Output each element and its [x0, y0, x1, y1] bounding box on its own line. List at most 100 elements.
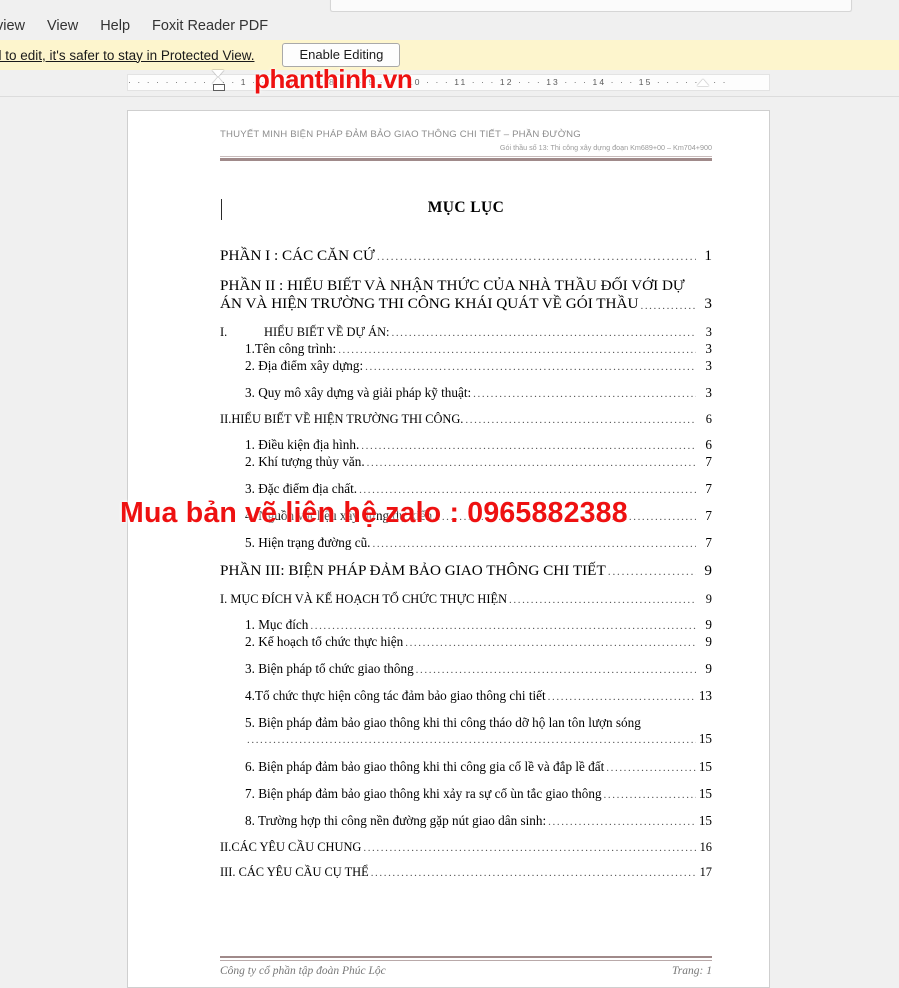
toc-entry[interactable]: I. MỤC ĐÍCH VÀ KẾ HOẠCH TỔ CHỨC THỰC HIỆ… [220, 592, 712, 607]
toc-entry-label: I. MỤC ĐÍCH VÀ KẾ HOẠCH TỔ CHỨC THỰC HIỆ… [220, 592, 508, 606]
toc-entry-label: 2. Địa điểm xây dựng: [245, 358, 364, 373]
toc-leader-dots: ........................................… [361, 440, 696, 452]
toc-entry-label: 2. Kế hoạch tổ chức thực hiện [245, 634, 404, 649]
right-indent-marker-icon[interactable] [697, 79, 710, 88]
toc-entry-label: 4. Nguồn vật liệu xây dựng dự kiến. [245, 508, 436, 523]
header-subtitle-line: Gói thầu số 13: Thi công xây dựng đoạn K… [499, 143, 712, 152]
left-indent-marker-icon[interactable] [212, 68, 225, 93]
document-body: THUYẾT MINH BIỆN PHÁP ĐẢM BẢO GIAO THÔNG… [128, 111, 769, 987]
menu-item-foxit-reader-pdf[interactable]: Foxit Reader PDF [142, 16, 278, 36]
toc-entry[interactable]: 2. Khí tượng thủy văn...................… [220, 454, 712, 470]
header-title-line: THUYẾT MINH BIỆN PHÁP ĐẢM BẢO GIAO THÔNG… [220, 129, 581, 140]
toc-entry[interactable]: II.CÁC YÊU CẦU CHUNG ...................… [220, 840, 712, 855]
toc-entry[interactable]: 3. Biện pháp tổ chức giao thông ........… [220, 661, 712, 677]
toc-entry[interactable]: I. HIỂU BIẾT VỀ DỰ ÁN:...................… [220, 325, 712, 340]
document-page[interactable]: THUYẾT MINH BIỆN PHÁP ĐẢM BẢO GIAO THÔNG… [127, 110, 770, 988]
protected-view-message: d to edit, it's safer to stay in Protect… [0, 47, 255, 63]
toc-page-number: 1 [704, 247, 712, 264]
menu-item-view[interactable]: View [37, 16, 88, 36]
toc-entry-label-line2: ÁN VÀ HIỆN TRƯỜNG THI CÔNG KHÁI QUÁT VỀ … [220, 295, 712, 313]
footer-rule-thick [220, 955, 712, 958]
toc-entry-label: 4.Tổ chức thực hiện công tác đảm bảo gia… [245, 688, 546, 703]
toc-entry[interactable]: 4. Nguồn vật liệu xây dựng dự kiến......… [220, 508, 712, 524]
menu-item-view[interactable]: view [0, 16, 35, 36]
toc-page-number: 15 [698, 786, 712, 801]
toc-entry[interactable]: 6. Biện pháp đảm bảo giao thông khi thi … [220, 759, 712, 775]
toc-leader-dots: ........................................… [363, 842, 696, 854]
toc-entry-label: 7. Biện pháp đảm bảo giao thông khi xảy … [245, 786, 602, 801]
toc-entry-label: 5. Biện pháp đảm bảo giao thông khi thi … [245, 715, 641, 730]
toc-entry-label: PHẦN I : CÁC CĂN CỨ [220, 247, 375, 264]
toc-entry[interactable]: 4.Tổ chức thực hiện công tác đảm bảo gia… [220, 688, 712, 704]
toc-entry-label: 3. Đặc điểm địa chất. [245, 481, 358, 496]
toc-entry[interactable]: 3. Đặc điểm địa chất....................… [220, 481, 712, 497]
toc-entry-label-line1: PHẦN II : HIỂU BIẾT VÀ NHẬN THỨC CỦA NHÀ… [220, 277, 685, 294]
page-title: MỤC LỤC [427, 199, 505, 216]
toc-page-number: 15 [698, 731, 712, 746]
toc-page-number: 3 [705, 341, 712, 356]
toc-entry[interactable]: PHẦN II : HIỂU BIẾT VÀ NHẬN THỨC CỦA NHÀ… [220, 277, 712, 313]
toc-entry-text: HIỂU BIẾT VỀ DỰ ÁN: [264, 325, 390, 339]
toc-entry-number: I. [220, 325, 228, 339]
toc-entry[interactable]: 1.Tên công trình:.......................… [220, 341, 712, 357]
toc-entry[interactable]: PHẦN III: BIỆN PHÁP ĐẢM BẢO GIAO THÔNG C… [220, 562, 712, 580]
toc-page-number: 13 [698, 688, 712, 703]
toc-leader-dots: ........................................… [338, 344, 696, 356]
toc-leader-dots: ........................................… [437, 511, 696, 523]
toc-page-number: 9 [705, 617, 712, 632]
toc-leader-dots: ........................................… [370, 867, 696, 879]
document-header: THUYẾT MINH BIỆN PHÁP ĐẢM BẢO GIAO THÔNG… [220, 129, 712, 161]
search-box-partial[interactable] [330, 0, 852, 12]
toc-entry-label: PHẦN III: BIỆN PHÁP ĐẢM BẢO GIAO THÔNG C… [220, 562, 606, 579]
toc-entry-label: II.CÁC YÊU CẦU CHUNG [220, 840, 362, 854]
toc-page-number: 9 [705, 592, 712, 606]
toc-entry-label: I. HIỂU BIẾT VỀ DỰ ÁN: [220, 325, 389, 340]
toc-entry[interactable]: 1. Mục đích.............................… [220, 617, 712, 633]
toc-leader-dots: ........................................… [365, 361, 696, 373]
toc-page-number: 3 [705, 385, 712, 400]
footer-page-number: Trang: 1 [672, 965, 712, 977]
toc-entry-label: 2. Khí tượng thủy văn. [245, 454, 365, 469]
toc-leader-dots: ........................................… [359, 484, 696, 496]
toc-entry[interactable]: 2. Địa điểm xây dựng: ..................… [220, 358, 712, 374]
toc-page-number: 15 [698, 813, 712, 828]
toc-page-number: 6 [705, 437, 712, 452]
toc-entry[interactable]: 2. Kế hoạch tổ chức thực hiện ..........… [220, 634, 712, 650]
toc-page-number: 9 [705, 661, 712, 676]
toc-entry[interactable]: 5. Biện pháp đảm bảo giao thông khi thi … [220, 715, 712, 747]
toc-leader-dots: ........................................… [376, 249, 696, 263]
horizontal-ruler[interactable]: · · · · · · · · · · · · 1 · · · · 7 · · … [0, 70, 899, 97]
toc-entry[interactable]: 7. Biện pháp đảm bảo giao thông khi xảy … [220, 786, 712, 802]
toc-page-number: 15 [698, 759, 712, 774]
toc-entry[interactable]: 1. Điều kiện địa hình...................… [220, 437, 712, 453]
toc-page-number: 17 [699, 865, 712, 879]
toc-leader-dots: ........................................… [310, 620, 696, 632]
toc-entry[interactable]: 3. Quy mô xây dựng và giải pháp kỹ thuật… [220, 385, 712, 401]
toc-page-number: 7 [705, 508, 712, 523]
header-rule-thick [220, 158, 712, 161]
toc-leader-dots: ........................................… [606, 762, 696, 774]
toc-page-number: 7 [705, 535, 712, 550]
menu-item-help[interactable]: Help [90, 16, 140, 36]
first-line-indent-icon [212, 70, 224, 77]
toc-entry-label: 3. Quy mô xây dựng và giải pháp kỹ thuật… [245, 385, 472, 400]
toc-entry[interactable]: III. CÁC YÊU CẦU CỤ THỂ ................… [220, 865, 712, 880]
toc-entry[interactable]: 8. Trường hợp thi công nền đường gặp nút… [220, 813, 712, 829]
protected-view-bar: d to edit, it's safer to stay in Protect… [0, 40, 899, 70]
footer-rule-thin [220, 960, 712, 961]
toc-leader-dots: ........................................… [405, 637, 696, 649]
footer-company: Công ty cổ phần tập đoàn Phúc Lộc [220, 965, 386, 977]
toc-entry[interactable]: PHẦN I : CÁC CĂN CỨ.....................… [220, 247, 712, 265]
toc-entry[interactable]: II.HIỂU BIẾT VỀ HIỆN TRƯỜNG THI CÔNG....… [220, 412, 712, 427]
toc-leader-dots: ........................................… [391, 327, 696, 339]
document-footer: Công ty cổ phần tập đoàn Phúc Lộc Trang:… [220, 955, 712, 977]
toc-entry[interactable]: 5. Hiện trạng đường cũ. ................… [220, 535, 712, 551]
enable-editing-button[interactable]: Enable Editing [282, 42, 401, 68]
top-strip [0, 0, 899, 12]
right-indent-triangle-icon [697, 79, 709, 86]
toc-leader-dots: ........................................… [366, 457, 696, 469]
toc-entry-label: 8. Trường hợp thi công nền đường gặp nút… [245, 813, 547, 828]
toc-page-number: 9 [704, 562, 712, 579]
toc-page-number: 3 [705, 358, 712, 373]
toc-page-number: 16 [699, 840, 712, 854]
